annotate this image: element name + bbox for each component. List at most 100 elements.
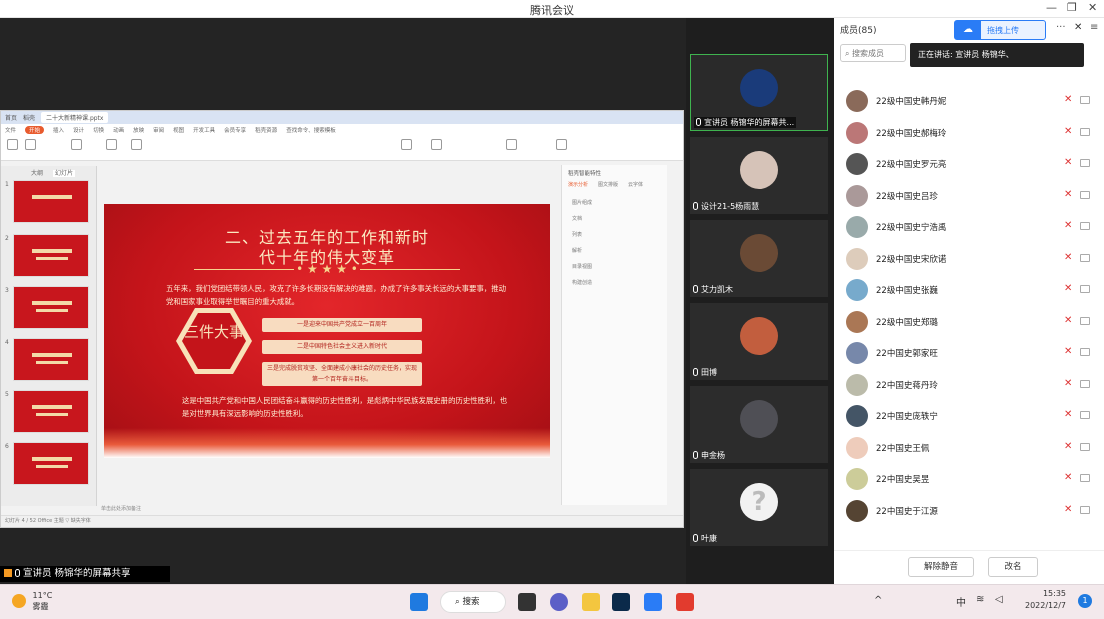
pane-tab[interactable]: 云字体 (628, 181, 643, 188)
slides-tab[interactable]: 幻灯片 (52, 170, 75, 177)
pane-tab[interactable]: 图文排版 (598, 181, 618, 188)
unmute-all-button[interactable]: 解除静音 (908, 557, 974, 577)
volume-icon[interactable]: ◁ (995, 594, 1003, 605)
close-button[interactable]: ✕ (1088, 1, 1097, 14)
section-icon[interactable] (131, 139, 142, 150)
menu-member[interactable]: 会员专享 (224, 126, 246, 134)
menu-design[interactable]: 设计 (73, 126, 84, 134)
ime-indicator[interactable]: 中 (956, 594, 966, 609)
member-row[interactable]: 22中国史蒋丹玲 ✕ (834, 370, 1104, 401)
camera-off-icon[interactable] (1080, 380, 1090, 388)
muted-mic-icon[interactable]: ✕ (1064, 504, 1074, 518)
slide-thumbnail[interactable]: 5 (5, 390, 89, 433)
ppt-tab-docer[interactable]: 稻壳 (23, 113, 35, 122)
menu-animation[interactable]: 动画 (113, 126, 124, 134)
menu-insert[interactable]: 插入 (53, 126, 64, 134)
muted-mic-icon[interactable]: ✕ (1064, 409, 1074, 423)
muted-mic-icon[interactable]: ✕ (1064, 252, 1074, 266)
camera-off-icon[interactable] (1080, 222, 1090, 230)
picture-icon[interactable] (401, 139, 412, 150)
camera-off-icon[interactable] (1080, 443, 1090, 451)
menu-home[interactable]: 开始 (25, 125, 45, 134)
menu-transition[interactable]: 切换 (93, 126, 104, 134)
slide-thumbnail[interactable]: 3 (5, 286, 89, 329)
muted-mic-icon[interactable]: ✕ (1064, 283, 1074, 297)
notification-badge[interactable]: 1 (1078, 594, 1092, 608)
new-slide-icon[interactable] (71, 139, 82, 150)
muted-mic-icon[interactable]: ✕ (1064, 189, 1074, 203)
file-explorer-icon[interactable] (582, 593, 600, 611)
wps-icon[interactable] (676, 593, 694, 611)
member-row[interactable]: 22级中国史吕珍 ✕ (834, 181, 1104, 212)
member-row[interactable]: 22级中国史郝梅玲 ✕ (834, 118, 1104, 149)
pane-item[interactable]: 列表 (572, 231, 582, 238)
menu-file[interactable]: 文件 (5, 126, 16, 134)
pane-tab[interactable]: 演示分析 (568, 181, 588, 188)
camera-off-icon[interactable] (1080, 474, 1090, 482)
member-row[interactable]: 22级中国史郑璐 ✕ (834, 307, 1104, 338)
taskbar-search[interactable]: ⌕ 搜索 (440, 591, 506, 613)
ppt-tab-file[interactable]: 二十大新精神课.pptx (41, 112, 109, 123)
video-tile[interactable]: 申金杨 (690, 386, 828, 463)
menu-docer[interactable]: 稻壳资源 (255, 126, 277, 134)
slide-thumbnail[interactable]: 2 (5, 234, 89, 277)
pane-item[interactable]: 解析 (572, 247, 582, 254)
member-row[interactable]: 22级中国史韩丹妮 ✕ (834, 86, 1104, 117)
camera-off-icon[interactable] (1080, 128, 1090, 136)
ppt-tab-home[interactable]: 首页 (5, 113, 17, 122)
select-icon[interactable] (556, 139, 567, 150)
restore-button[interactable]: ❐ (1067, 1, 1077, 14)
drag-upload-button[interactable]: ☁ 拖拽上传 (954, 20, 1046, 40)
video-tile[interactable]: 艾力凯木 (690, 220, 828, 297)
member-row[interactable]: 22级中国史宁浩禹 ✕ (834, 212, 1104, 243)
pane-item[interactable]: 构建创造 (572, 279, 592, 286)
pane-item[interactable]: 图片组成 (572, 199, 592, 206)
task-view-icon[interactable] (518, 593, 536, 611)
camera-off-icon[interactable] (1080, 317, 1090, 325)
slide-thumbnail[interactable]: 6 (5, 442, 89, 485)
rename-button[interactable]: 改名 (988, 557, 1038, 577)
muted-mic-icon[interactable]: ✕ (1064, 157, 1074, 171)
menu-icon[interactable]: ≡ (1090, 22, 1098, 33)
muted-mic-icon[interactable]: ✕ (1064, 94, 1074, 108)
member-row[interactable]: 22级中国史罗元亮 ✕ (834, 149, 1104, 180)
chat-icon[interactable] (550, 593, 568, 611)
minimize-button[interactable]: — (1046, 1, 1057, 14)
layout-icon[interactable] (106, 139, 117, 150)
weather-widget[interactable]: 11°C 雾霾 (12, 590, 52, 612)
camera-off-icon[interactable] (1080, 159, 1090, 167)
camera-off-icon[interactable] (1080, 285, 1090, 293)
close-panel-icon[interactable]: ✕ (1074, 22, 1082, 33)
camera-off-icon[interactable] (1080, 506, 1090, 514)
shape-icon[interactable] (431, 139, 442, 150)
start-icon[interactable] (410, 593, 428, 611)
clock[interactable]: 15:35 2022/12/7 (1025, 588, 1066, 612)
member-row[interactable]: 22级中国史张巍 ✕ (834, 275, 1104, 306)
menu-slideshow[interactable]: 放映 (133, 126, 144, 134)
slide-thumbnail[interactable]: 1 (5, 180, 89, 223)
member-row[interactable]: 22中国史郭家旺 ✕ (834, 338, 1104, 369)
slide-canvas[interactable]: 二、过去五年的工作和新时 代十年的伟大变革 • ★ ★ ★ • 五年来，我们党团… (104, 204, 550, 458)
member-row[interactable]: 22中国史庞轶宁 ✕ (834, 401, 1104, 432)
pane-item[interactable]: 文档 (572, 215, 582, 222)
camera-off-icon[interactable] (1080, 348, 1090, 356)
paste-icon[interactable] (7, 139, 18, 150)
video-tile[interactable]: 宣讲员 杨锦华的屏幕共... (690, 54, 828, 131)
video-tile[interactable]: 设计21-5杨雨慧 (690, 137, 828, 214)
muted-mic-icon[interactable]: ✕ (1064, 472, 1074, 486)
muted-mic-icon[interactable]: ✕ (1064, 441, 1074, 455)
outline-tab[interactable]: 大纲 (31, 170, 43, 177)
muted-mic-icon[interactable]: ✕ (1064, 220, 1074, 234)
member-row[interactable]: 22中国史吴昱 ✕ (834, 464, 1104, 495)
muted-mic-icon[interactable]: ✕ (1064, 126, 1074, 140)
camera-off-icon[interactable] (1080, 254, 1090, 262)
photoshop-icon[interactable] (612, 593, 630, 611)
muted-mic-icon[interactable]: ✕ (1064, 315, 1074, 329)
find-icon[interactable] (506, 139, 517, 150)
member-row[interactable]: 22级中国史宋欣诺 ✕ (834, 244, 1104, 275)
chevron-up-icon[interactable]: ^ (874, 595, 882, 606)
member-row[interactable]: 22中国史于江源 ✕ (834, 496, 1104, 527)
notes-placeholder[interactable]: 单击此处添加备注 (101, 505, 141, 512)
muted-mic-icon[interactable]: ✕ (1064, 346, 1074, 360)
camera-off-icon[interactable] (1080, 411, 1090, 419)
